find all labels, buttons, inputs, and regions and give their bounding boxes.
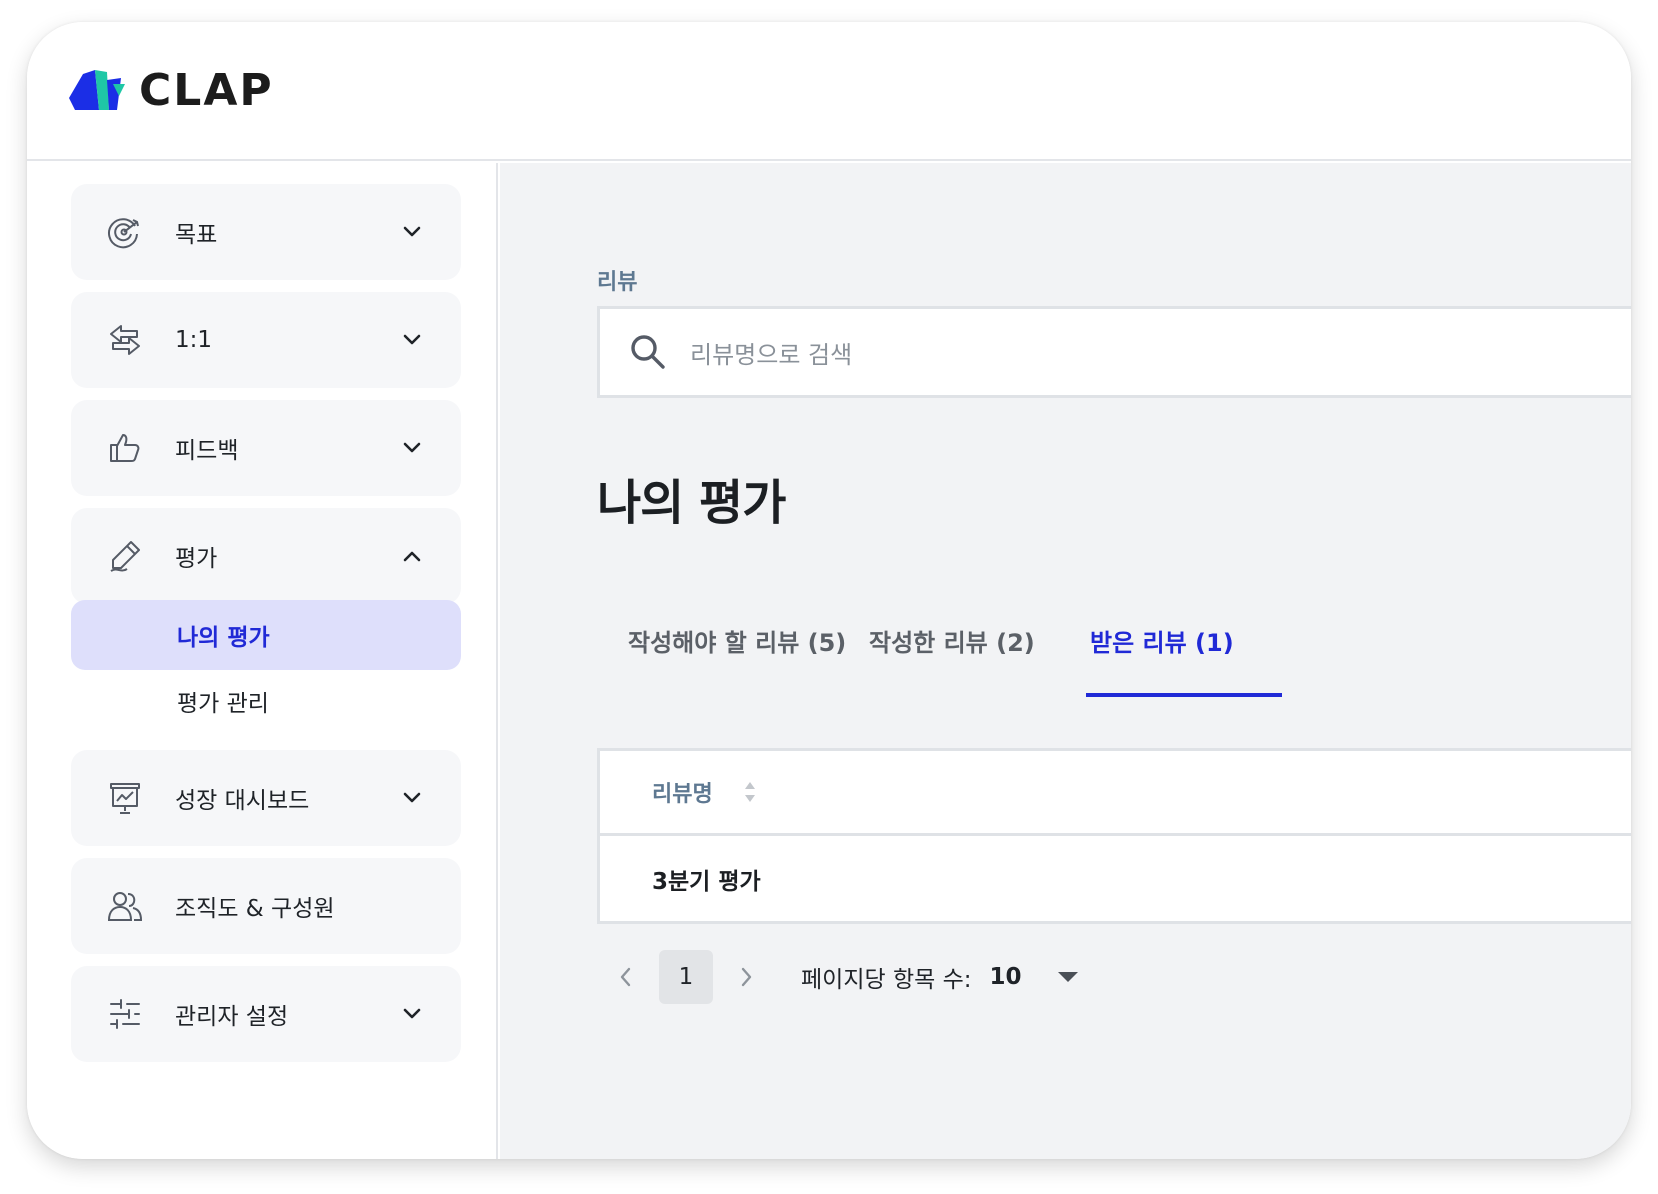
sidebar: 목표 1:1 피드백 평가 나의 평가 평가 관리 성장 대시보드 조직도 & … [27,163,498,1159]
chevron-down-icon[interactable] [401,221,423,243]
sidebar-item-label: 성장 대시보드 [175,788,310,814]
per-page-label: 페이지당 항목 수: [801,967,972,993]
review-table: 리뷰명 3분기 평가 [597,748,1631,924]
main-content: 리뷰 리뷰명으로 검색 나의 평가 작성해야 할 리뷰 (5) 작성한 리뷰 (… [500,163,1631,1159]
sidebar-item-label: 1:1 [175,327,213,353]
active-tab-indicator [1086,693,1282,697]
sidebar-item-label: 피드백 [175,438,239,464]
target-icon [105,212,145,252]
tab-to-write[interactable]: 작성해야 할 리뷰 (5) [628,623,846,658]
chevron-left-icon[interactable] [597,949,653,1005]
page-number-button[interactable]: 1 [659,950,713,1004]
breadcrumb[interactable]: 리뷰 [597,264,637,296]
top-bar: CLAP [27,22,1631,161]
sidebar-item-feedback[interactable]: 피드백 [71,400,461,496]
app-window: CLAP 목표 1:1 피드백 평가 나의 평가 평가 관리 성장 대시보드 조… [27,22,1631,1159]
review-name-cell[interactable]: 3분기 평가 [652,862,761,896]
sidebar-item-label: 평가 [175,546,218,572]
sidebar-item-label: 목표 [175,222,218,248]
chevron-down-icon[interactable] [401,1003,423,1025]
brand-name: CLAP [139,65,274,116]
sidebar-item-evaluation[interactable]: 평가 [71,508,461,604]
chevron-down-icon[interactable] [401,437,423,459]
sliders-icon [105,994,145,1034]
thumbs-up-icon [105,428,145,468]
chevron-down-icon[interactable] [401,329,423,351]
chevron-up-icon[interactable] [401,545,423,567]
table-row[interactable]: 3분기 평가 [597,836,1631,924]
users-icon [105,886,145,926]
search-icon [628,332,668,372]
pagination: 1 페이지당 항목 수: 10 [597,949,1080,1005]
sidebar-item-label: 관리자 설정 [175,1004,289,1030]
sidebar-item-goals[interactable]: 목표 [71,184,461,280]
sidebar-subitem-my-evaluation[interactable]: 나의 평가 [71,600,461,670]
per-page-value[interactable]: 10 [990,964,1022,990]
sidebar-item-org-chart[interactable]: 조직도 & 구성원 [71,858,461,954]
logo[interactable]: CLAP [69,65,274,116]
table-header: 리뷰명 [597,748,1631,836]
caret-down-icon[interactable] [1056,965,1080,989]
presentation-chart-icon [105,778,145,818]
clap-logo-icon [69,69,125,110]
sidebar-item-label: 조직도 & 구성원 [175,896,335,922]
tab-received[interactable]: 받은 리뷰 (1) [1090,623,1234,658]
search-input[interactable]: 리뷰명으로 검색 [597,306,1631,398]
sidebar-subitem-evaluation-management[interactable]: 평가 관리 [71,666,461,736]
swap-arrows-icon [105,320,145,360]
search-placeholder: 리뷰명으로 검색 [690,340,853,369]
tab-written[interactable]: 작성한 리뷰 (2) [869,623,1035,658]
column-header-review-name[interactable]: 리뷰명 [652,776,713,808]
pen-icon [105,536,145,576]
sidebar-item-growth-dashboard[interactable]: 성장 대시보드 [71,750,461,846]
page-title: 나의 평가 [597,475,786,531]
sidebar-item-one-on-one[interactable]: 1:1 [71,292,461,388]
sort-icon[interactable] [743,780,757,804]
chevron-down-icon[interactable] [401,787,423,809]
sidebar-item-admin-settings[interactable]: 관리자 설정 [71,966,461,1062]
chevron-right-icon[interactable] [719,949,775,1005]
